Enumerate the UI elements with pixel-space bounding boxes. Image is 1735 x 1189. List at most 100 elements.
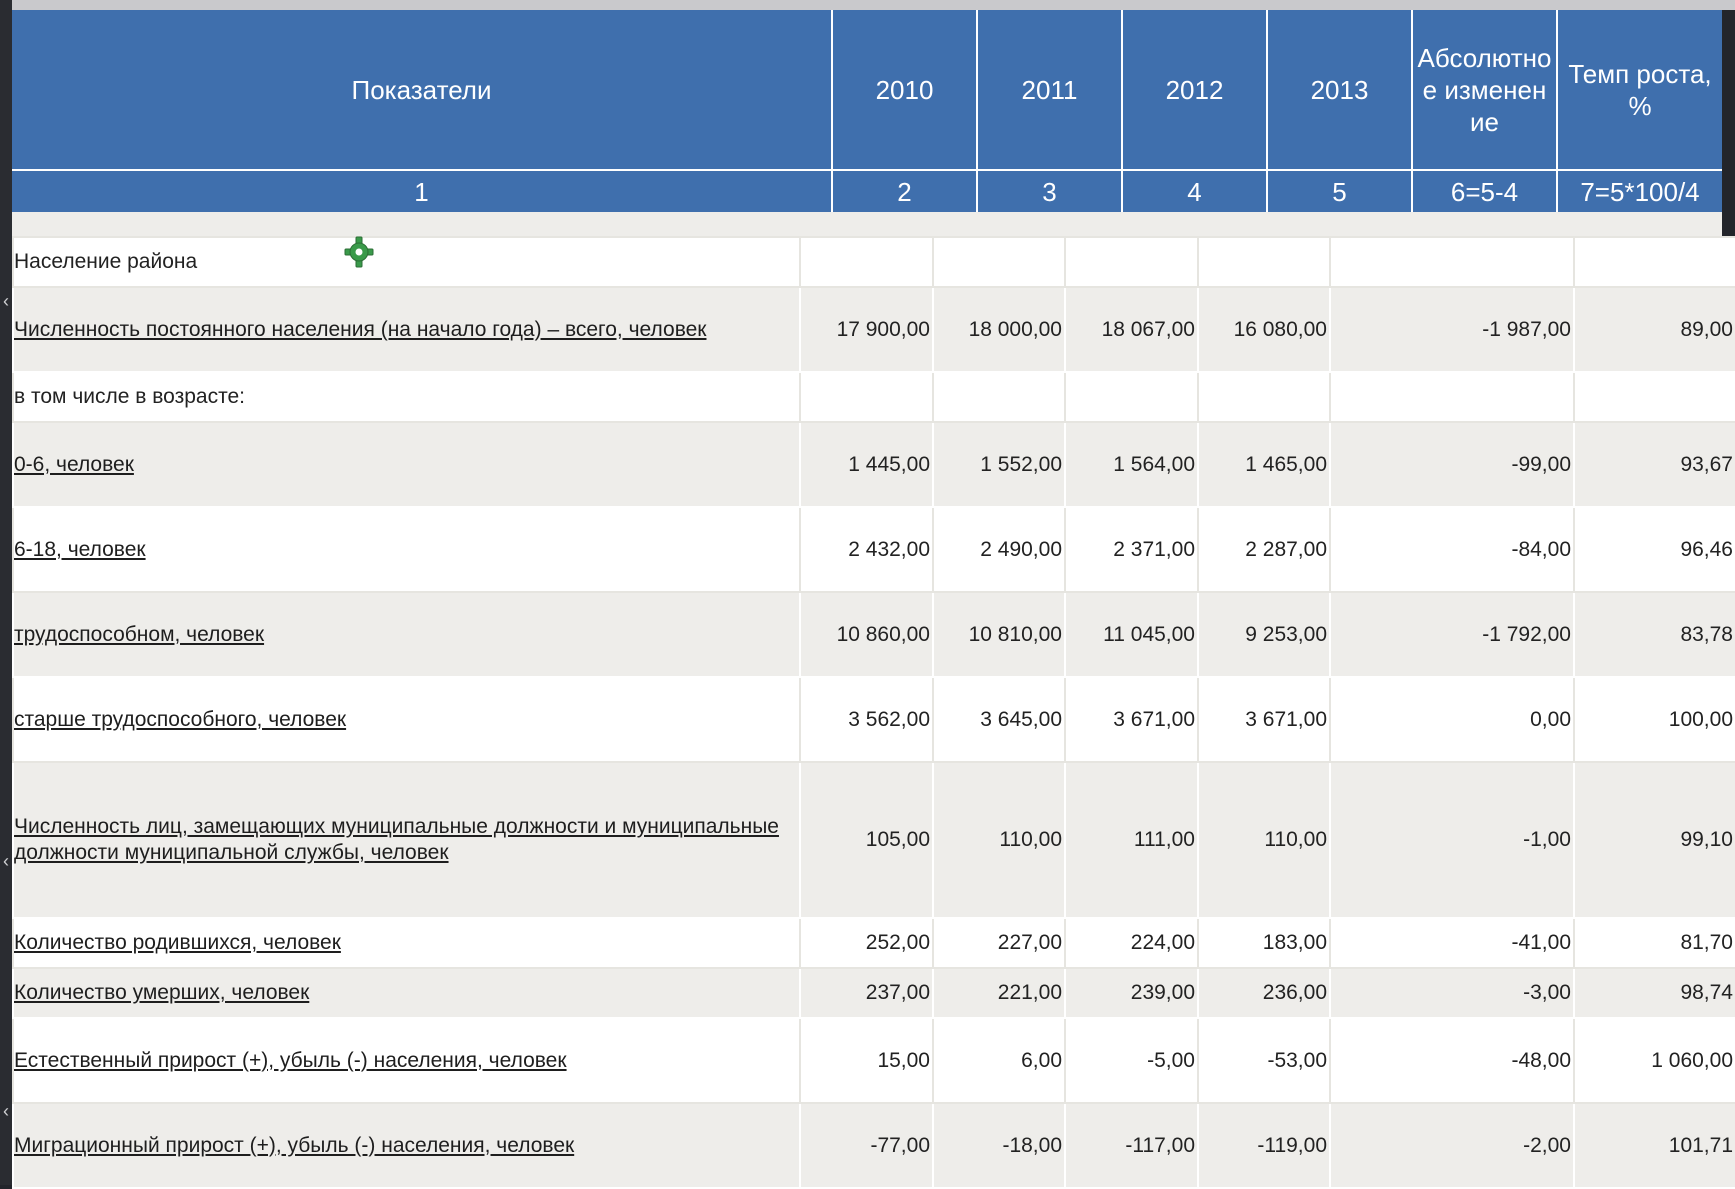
table-cell: -3,00 xyxy=(1329,967,1575,1019)
section-title-row: Население района xyxy=(12,236,1735,288)
row-label[interactable]: старше трудоспособного, человек xyxy=(12,676,801,763)
table-cell: -77,00 xyxy=(799,1102,934,1189)
row-link[interactable]: Численность постоянного населения (на на… xyxy=(14,318,706,341)
table-cell: 2 490,00 xyxy=(932,506,1066,593)
row-label[interactable]: 6-18, человек xyxy=(12,506,801,593)
table-cell: 10 810,00 xyxy=(932,591,1066,678)
table-cell: 1 060,00 xyxy=(1573,1017,1735,1104)
table-cell: -1,00 xyxy=(1329,761,1575,919)
table-cell xyxy=(1197,371,1331,423)
row-label[interactable]: Естественный прирост (+), убыль (-) насе… xyxy=(12,1017,801,1104)
row-link[interactable]: Миграционный прирост (+), убыль (-) насе… xyxy=(14,1134,574,1157)
column-number: 2 xyxy=(832,169,978,212)
table-cell: 18 000,00 xyxy=(932,286,1066,373)
table-cell: -1 792,00 xyxy=(1329,591,1575,678)
window-top-strip xyxy=(0,0,1735,10)
header-row-numbers: 1 2 3 4 5 6=5-4 7=5*100/4 xyxy=(12,169,1722,212)
table-cell xyxy=(932,236,1066,288)
table-cell: 16 080,00 xyxy=(1197,286,1331,373)
table-cell: 236,00 xyxy=(1197,967,1331,1019)
table-cell: 10 860,00 xyxy=(799,591,934,678)
row-label[interactable]: Количество умерших, человек xyxy=(12,967,801,1019)
section-title: Население района xyxy=(12,236,801,288)
table-cell: 1 564,00 xyxy=(1064,421,1199,508)
column-header-2010[interactable]: 2010 xyxy=(832,10,978,171)
table-cell: 110,00 xyxy=(1197,761,1331,919)
table-cell: 183,00 xyxy=(1197,917,1331,969)
edge-ornament: ‹ xyxy=(3,291,9,311)
table-cell: 9 253,00 xyxy=(1197,591,1331,678)
table-cell xyxy=(1329,236,1575,288)
table-row: Естественный прирост (+), убыль (-) насе… xyxy=(12,1017,1735,1104)
table-cell: 239,00 xyxy=(1064,967,1199,1019)
table-cell: 0,00 xyxy=(1329,676,1575,763)
row-link[interactable]: старше трудоспособного, человек xyxy=(14,708,346,731)
table-row: Миграционный прирост (+), убыль (-) насе… xyxy=(12,1102,1735,1189)
table-cell: -99,00 xyxy=(1329,421,1575,508)
table-cell: 252,00 xyxy=(799,917,934,969)
table-cell: 105,00 xyxy=(799,761,934,919)
column-number: 7=5*100/4 xyxy=(1557,169,1722,212)
table-cell: 89,00 xyxy=(1573,286,1735,373)
gear-icon[interactable] xyxy=(344,236,374,268)
table-cell: 93,67 xyxy=(1573,421,1735,508)
table-cell: 227,00 xyxy=(932,917,1066,969)
table-cell: 110,00 xyxy=(932,761,1066,919)
table-cell: 100,00 xyxy=(1573,676,1735,763)
column-number: 3 xyxy=(977,169,1123,212)
table-cell: 237,00 xyxy=(799,967,934,1019)
row-link[interactable]: Количество умерших, человек xyxy=(14,981,309,1004)
table-cell: 96,46 xyxy=(1573,506,1735,593)
row-link[interactable]: 6-18, человек xyxy=(14,538,146,561)
table-cell xyxy=(1064,371,1199,423)
row-link[interactable]: 0-6, человек xyxy=(14,453,134,476)
table-cell: 18 067,00 xyxy=(1064,286,1199,373)
row-link[interactable]: Численность лиц, замещающих муниципальны… xyxy=(14,815,779,864)
table-cell: 111,00 xyxy=(1064,761,1199,919)
table-row: в том числе в возрасте: xyxy=(12,371,1735,423)
window-left-strip: ‹ ‹ ‹ xyxy=(0,0,12,1185)
table-cell xyxy=(1573,236,1735,288)
table-cell: -41,00 xyxy=(1329,917,1575,969)
column-header-2013[interactable]: 2013 xyxy=(1267,10,1413,171)
column-number: 4 xyxy=(1122,169,1268,212)
table-cell xyxy=(1064,236,1199,288)
table-row: трудоспособном, человек 10 860,00 10 810… xyxy=(12,591,1735,678)
column-header-indicators[interactable]: Показатели xyxy=(12,10,833,171)
table-cell: 101,71 xyxy=(1573,1102,1735,1189)
row-label[interactable]: Численность постоянного населения (на на… xyxy=(12,286,801,373)
row-label[interactable]: Миграционный прирост (+), убыль (-) насе… xyxy=(12,1102,801,1189)
column-header-2012[interactable]: 2012 xyxy=(1122,10,1268,171)
row-label[interactable]: трудоспособном, человек xyxy=(12,591,801,678)
table-cell: -84,00 xyxy=(1329,506,1575,593)
column-header-growth-rate[interactable]: Темп роста, % xyxy=(1557,10,1722,171)
row-label[interactable]: 0-6, человек xyxy=(12,421,801,508)
header-gap xyxy=(12,212,1722,236)
table-cell xyxy=(1573,371,1735,423)
table-cell xyxy=(799,371,934,423)
column-header-absolute-change[interactable]: Абсолютно е изменен ие xyxy=(1412,10,1558,171)
row-label[interactable]: Численность лиц, замещающих муниципальны… xyxy=(12,761,801,919)
table-row: Количество умерших, человек 237,00 221,0… xyxy=(12,967,1735,1019)
table-row: Численность постоянного населения (на на… xyxy=(12,286,1735,373)
row-link[interactable]: трудоспособном, человек xyxy=(14,623,264,646)
table-row: старше трудоспособного, человек 3 562,00… xyxy=(12,676,1735,763)
table-cell: -119,00 xyxy=(1197,1102,1331,1189)
table-cell: 2 432,00 xyxy=(799,506,934,593)
row-link[interactable]: Естественный прирост (+), убыль (-) насе… xyxy=(14,1049,567,1072)
table-cell xyxy=(799,236,934,288)
table-cell: 3 645,00 xyxy=(932,676,1066,763)
table-cell: 1 445,00 xyxy=(799,421,934,508)
table-cell: 99,10 xyxy=(1573,761,1735,919)
table-cell: 2 371,00 xyxy=(1064,506,1199,593)
row-link[interactable]: Количество родившихся, человек xyxy=(14,931,341,954)
table-cell: 3 562,00 xyxy=(799,676,934,763)
edge-ornament: ‹ xyxy=(3,1101,9,1121)
row-label[interactable]: Количество родившихся, человек xyxy=(12,917,801,969)
table-cell xyxy=(1329,371,1575,423)
column-header-2011[interactable]: 2011 xyxy=(977,10,1123,171)
table-cell: 3 671,00 xyxy=(1197,676,1331,763)
table-cell: 1 552,00 xyxy=(932,421,1066,508)
table-cell: 17 900,00 xyxy=(799,286,934,373)
table-cell: -48,00 xyxy=(1329,1017,1575,1104)
